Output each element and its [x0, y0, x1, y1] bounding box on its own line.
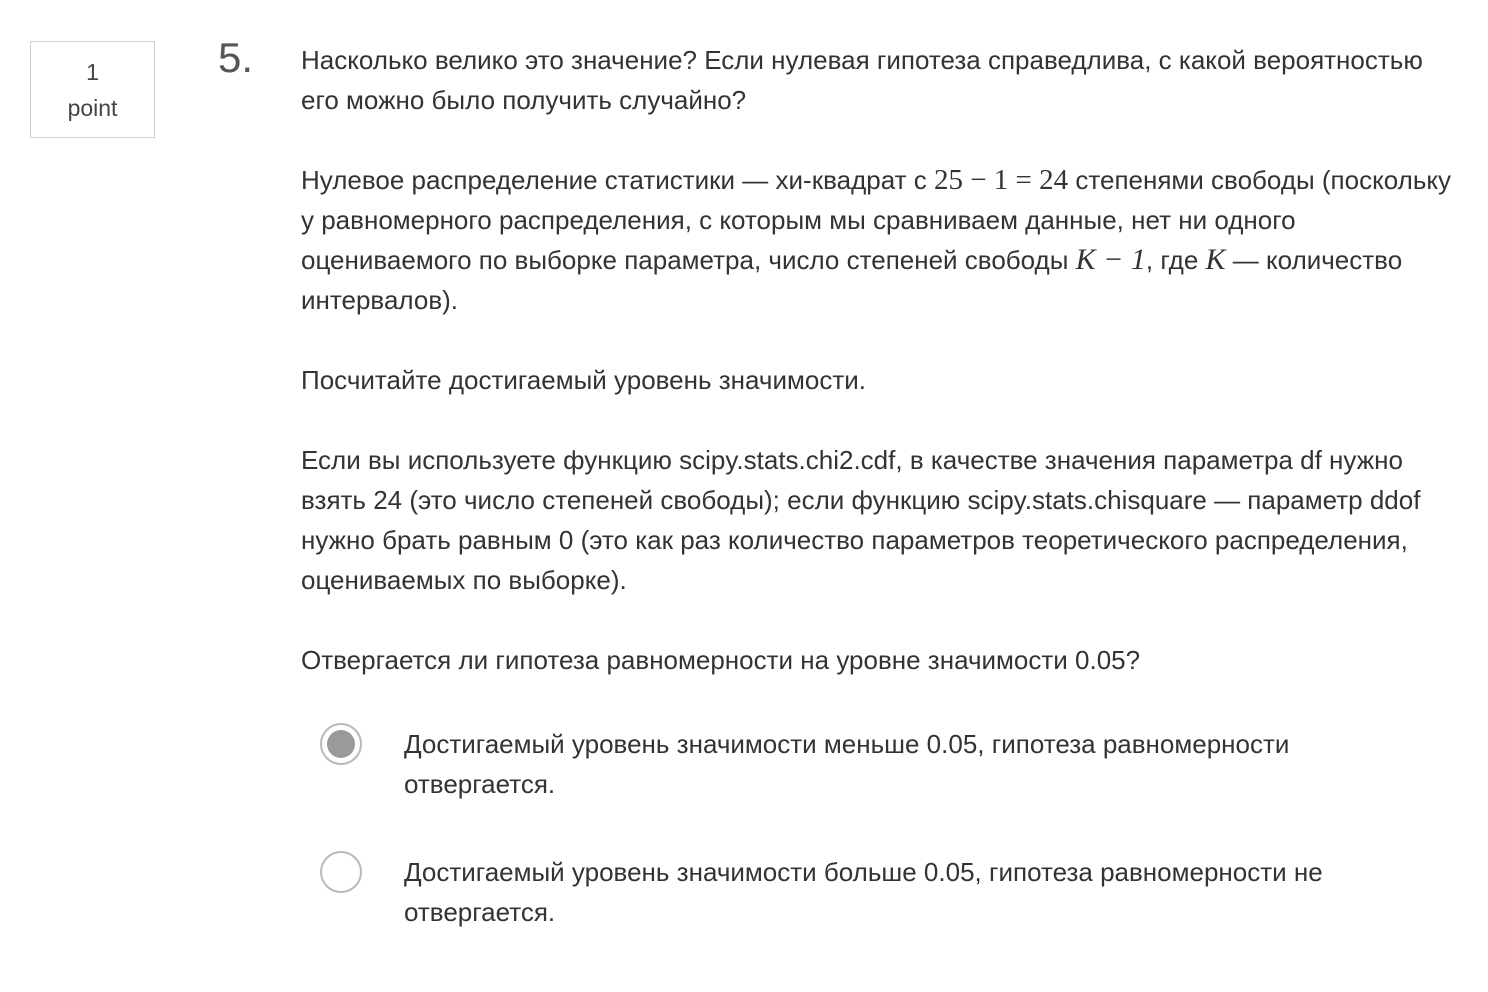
question-paragraph-3: Посчитайте достигаемый уровень значимост…	[301, 365, 866, 395]
paragraph-2-text-c: , где	[1145, 245, 1206, 275]
question-paragraph-4: Если вы используете функцию scipy.stats.…	[301, 445, 1421, 595]
question-paragraph-1: Насколько велико это значение? Если нуле…	[301, 45, 1423, 115]
question-number: 5.	[218, 34, 254, 81]
answer-options: Достигаемый уровень значимости меньше 0.…	[320, 723, 1440, 932]
math-degrees-formula: 25 − 1 = 24	[933, 164, 1069, 196]
math-k-minus-one: K − 1	[1075, 243, 1146, 276]
answer-option-2[interactable]: Достигаемый уровень значимости больше 0.…	[320, 851, 1440, 932]
answer-option-1-label: Достигаемый уровень значимости меньше 0.…	[404, 729, 1290, 799]
question-paragraph-5: Отвергается ли гипотеза равномерности на…	[301, 645, 1141, 675]
points-badge: 1 point	[30, 41, 155, 138]
radio-button[interactable]	[320, 851, 362, 893]
paragraph-2-text-a: Нулевое распределение статистики — хи-кв…	[301, 165, 934, 195]
points-label: point	[67, 94, 118, 121]
answer-option-1[interactable]: Достигаемый уровень значимости меньше 0.…	[320, 723, 1440, 804]
question-paragraph-2: Нулевое распределение статистики — хи-кв…	[301, 160, 1461, 320]
points-value: 1	[86, 58, 99, 85]
math-k: K	[1205, 243, 1226, 276]
radio-button-selected[interactable]	[320, 723, 362, 765]
question-body: Насколько велико это значение? Если нуле…	[301, 40, 1461, 720]
answer-option-2-label: Достигаемый уровень значимости больше 0.…	[404, 857, 1323, 927]
radio-dot	[327, 730, 355, 758]
